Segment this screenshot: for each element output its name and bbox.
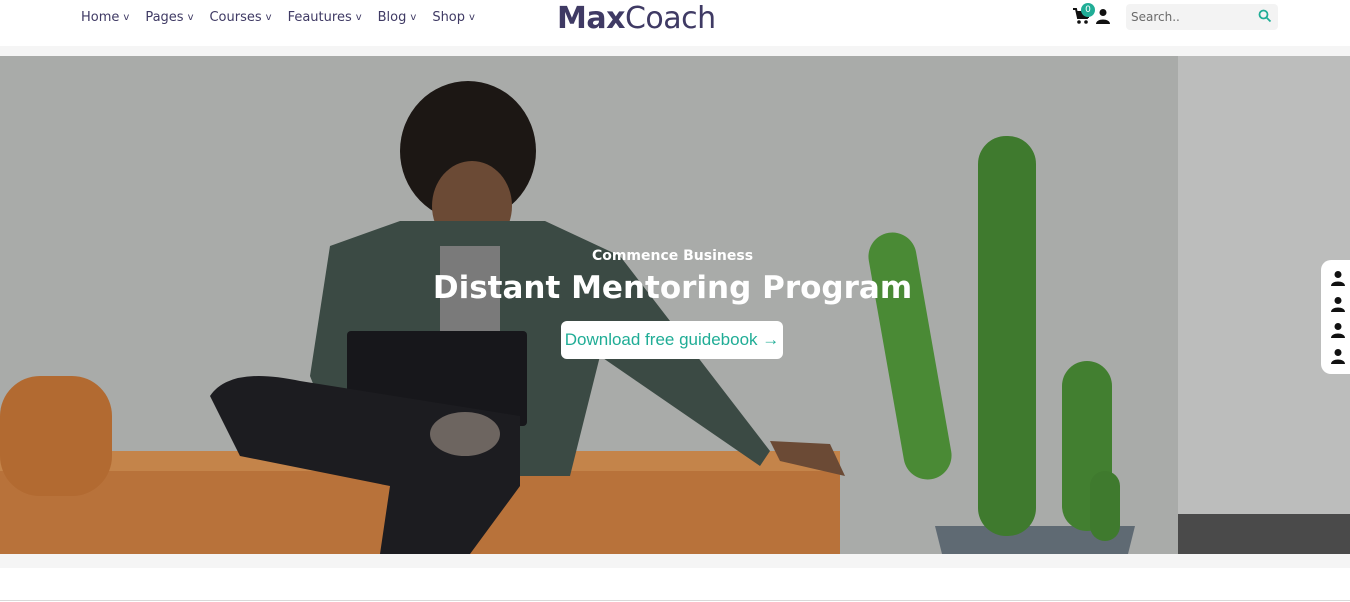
nav-item-blog[interactable]: Blog v [378, 10, 417, 25]
nav-item-features[interactable]: Feautures v [288, 10, 362, 25]
divider-line [0, 600, 1350, 601]
section-divider [0, 554, 1350, 568]
chevron-down-icon: v [265, 12, 272, 23]
search-icon[interactable] [1258, 9, 1272, 23]
hero-banner: Commence Business Distant Mentoring Prog… [0, 56, 1350, 554]
chevron-down-icon: v [410, 12, 417, 23]
logo-regular-text: Coach [624, 1, 716, 36]
cart-count-badge: 0 [1081, 3, 1095, 17]
nav-item-home[interactable]: Home v [81, 10, 129, 25]
hero-title: Distant Mentoring Program [432, 270, 913, 306]
nav-item-label: Feautures [287, 10, 352, 25]
floating-side-toolbar [1321, 260, 1350, 374]
nav-item-label: Blog [377, 10, 407, 25]
user-icon[interactable] [1330, 322, 1346, 338]
chevron-down-icon: v [355, 12, 362, 23]
search-input[interactable] [1131, 8, 1251, 26]
nav-item-shop[interactable]: Shop v [432, 10, 475, 25]
top-header: Home v Pages v Courses v Feautures v Blo… [0, 0, 1350, 46]
nav-item-pages[interactable]: Pages v [145, 10, 193, 25]
nav-item-label: Courses [209, 10, 262, 25]
logo-bold-text: Max [557, 1, 625, 36]
user-icon[interactable] [1095, 8, 1111, 24]
main-nav: Home v Pages v Courses v Feautures v Blo… [81, 10, 475, 25]
user-icon[interactable] [1330, 296, 1346, 312]
user-icon[interactable] [1330, 270, 1346, 286]
user-icon[interactable] [1330, 348, 1346, 364]
chevron-down-icon: v [187, 12, 194, 23]
header-divider [0, 46, 1350, 56]
chevron-down-icon: v [469, 12, 475, 23]
search-box [1126, 4, 1278, 30]
site-logo[interactable]: MaxCoach [557, 1, 716, 36]
nav-item-label: Home [81, 10, 120, 25]
nav-item-label: Shop [432, 10, 466, 25]
nav-item-label: Pages [145, 10, 184, 25]
chevron-down-icon: v [123, 12, 130, 23]
hero-subtitle: Commence Business [591, 248, 754, 264]
download-guidebook-button[interactable]: Download free guidebook → [561, 321, 783, 359]
nav-item-courses[interactable]: Courses v [209, 10, 271, 25]
